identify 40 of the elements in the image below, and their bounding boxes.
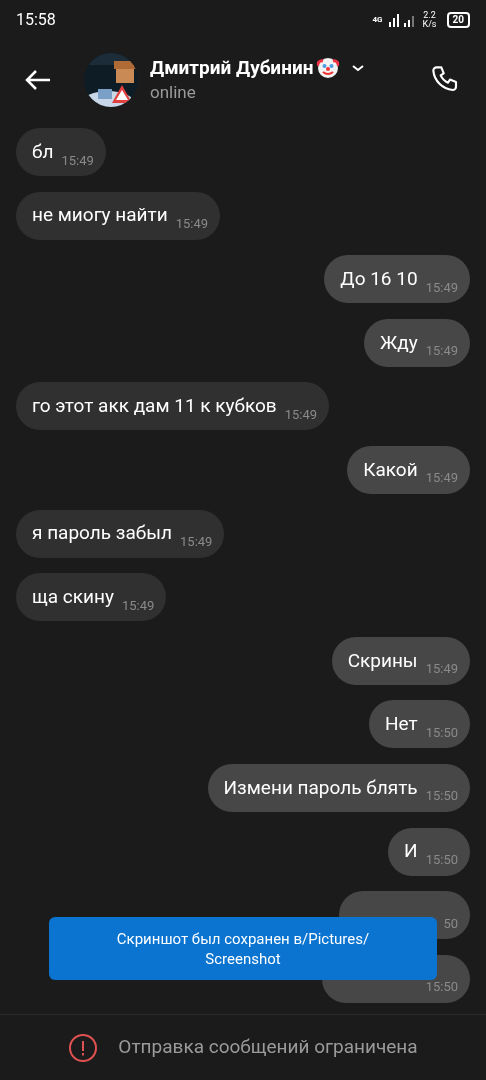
- message-time: 15:50: [425, 787, 458, 806]
- speed-unit: K/s: [422, 20, 437, 29]
- message-text: го этот акк дам 11 к кубков: [32, 393, 277, 420]
- network-label: 4G: [372, 16, 383, 24]
- message-time: 15:49: [425, 342, 458, 361]
- message-time: 15:49: [425, 660, 458, 679]
- warning-icon: [68, 1032, 99, 1063]
- message-time: 15:49: [121, 596, 155, 615]
- message-text: я пароль забыл: [32, 520, 173, 547]
- status-time: 15:58: [16, 9, 56, 31]
- message-text: Нет: [384, 711, 418, 738]
- message-text: Жду: [379, 329, 418, 356]
- message-text: ща скину: [32, 583, 114, 610]
- message-time: 15:49: [425, 278, 458, 297]
- restriction-notice: Отправка сообщений ограничена: [118, 1034, 418, 1061]
- message-time: 15:49: [61, 151, 94, 170]
- message-text: Скрины: [347, 647, 418, 674]
- speed-value: 2.2: [423, 11, 436, 20]
- message-text: Какой: [363, 456, 418, 483]
- clown-emoji-icon: [317, 57, 340, 79]
- back-icon[interactable]: [24, 68, 52, 92]
- message-text: До 16 10: [340, 265, 418, 292]
- message-time: 15:49: [180, 533, 213, 552]
- message-time: 15:49: [425, 469, 458, 488]
- message-time: 15:50: [425, 978, 458, 997]
- contact-status: online: [150, 81, 197, 104]
- message-time: 15:49: [284, 405, 318, 424]
- message-text: бл: [32, 138, 54, 165]
- message-time: 15:49: [175, 215, 209, 234]
- message-text: не миогу найти: [32, 202, 168, 229]
- message-time: 15:50: [425, 851, 458, 870]
- signal-icon: [388, 13, 417, 27]
- battery-icon: 20: [446, 12, 470, 28]
- message-text: И: [404, 838, 418, 865]
- message-time: 15:50: [425, 723, 458, 742]
- chevron-down-icon[interactable]: [351, 63, 366, 73]
- toast-notification: Скриншот был сохранен в/Pictures/ Screenshot: [49, 917, 437, 980]
- message-time: 50: [443, 914, 458, 933]
- contact-name: Дмитрий Дубинин: [150, 56, 314, 80]
- message-text: Измени пароль блять: [223, 774, 418, 801]
